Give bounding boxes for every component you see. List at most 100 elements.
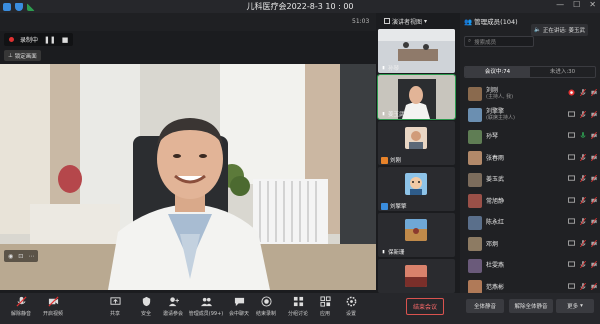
mic-muted-icon[interactable] bbox=[580, 239, 586, 247]
mic-muted-icon bbox=[15, 296, 27, 307]
apps-button[interactable]: 应用 bbox=[312, 296, 338, 321]
member-name: 刘刚 bbox=[486, 86, 499, 94]
camera-toggle-icon[interactable]: ◉ bbox=[8, 253, 13, 260]
tab-in-meeting[interactable]: 会议中:74 bbox=[465, 67, 530, 77]
member-row[interactable]: 刘擎擎 (联席主持人) bbox=[460, 105, 600, 127]
mic-on-icon[interactable] bbox=[580, 132, 586, 139]
stop-record-button[interactable]: 结束录制 bbox=[253, 296, 279, 321]
tab-not-joined[interactable]: 未进入:30 bbox=[530, 67, 595, 77]
share-icon[interactable] bbox=[568, 239, 575, 247]
pin-icon: ⊥ bbox=[8, 52, 13, 59]
camera-off-icon[interactable] bbox=[591, 196, 597, 204]
thumbnail-4[interactable]: 保新珊 bbox=[378, 213, 455, 257]
breakout-icon bbox=[293, 296, 303, 307]
mic-icon bbox=[382, 65, 385, 69]
thumbnail-5[interactable] bbox=[378, 259, 455, 293]
camera-off-icon[interactable] bbox=[591, 261, 597, 268]
camera-off-icon[interactable] bbox=[591, 153, 597, 161]
lock-screen-button[interactable]: ⊥ 锁定画面 bbox=[4, 50, 41, 61]
mic-muted-icon[interactable] bbox=[580, 196, 586, 204]
member-name-block: 刘擎擎 (联席主持人) bbox=[486, 108, 515, 122]
settings-button[interactable]: 设置 bbox=[338, 296, 364, 321]
mute-all-button[interactable]: 全体静音 bbox=[466, 299, 504, 313]
member-actions bbox=[568, 282, 597, 290]
more-button[interactable]: 更多 ▾ bbox=[556, 299, 594, 313]
member-row[interactable]: 杜雯燕 bbox=[460, 255, 600, 277]
member-actions bbox=[568, 110, 597, 118]
camera-off-icon[interactable] bbox=[591, 175, 597, 182]
member-name-block: 杜雯燕 bbox=[486, 262, 504, 269]
share-icon[interactable] bbox=[568, 261, 575, 268]
member-name: 范燕彬 bbox=[486, 283, 505, 291]
more-dots-icon[interactable]: ⋯ bbox=[28, 253, 34, 260]
mic-muted-icon[interactable] bbox=[580, 218, 586, 225]
maximize-icon[interactable]: ☐ bbox=[573, 0, 580, 9]
thumbnail-2[interactable]: 刘刚 bbox=[378, 121, 455, 165]
share-icon[interactable] bbox=[568, 196, 575, 204]
share-button[interactable]: 共享 bbox=[102, 296, 128, 321]
camera-off-icon[interactable] bbox=[591, 282, 597, 290]
window-controls: — ☐ ✕ bbox=[556, 0, 596, 9]
zoom-fit-icon[interactable]: ⊡ bbox=[18, 253, 23, 260]
start-video-button[interactable]: 开启视频 bbox=[40, 296, 66, 321]
share-icon[interactable] bbox=[568, 110, 575, 118]
member-row[interactable]: 张春雨 bbox=[460, 148, 600, 170]
camera-off-icon[interactable] bbox=[591, 89, 597, 96]
end-meeting-button[interactable]: 结束会议 bbox=[406, 298, 444, 315]
manage-members-button[interactable]: 管理成员(99+) bbox=[189, 296, 223, 321]
camera-off-icon[interactable] bbox=[591, 239, 597, 247]
share-icon[interactable] bbox=[568, 175, 575, 182]
member-row[interactable]: 常旭静 bbox=[460, 191, 600, 213]
member-name-block: 范燕彬 bbox=[486, 284, 504, 291]
member-actions bbox=[568, 196, 597, 204]
layout-view-button[interactable]: 演讲者视图 ▾ bbox=[384, 16, 427, 26]
camera-off-icon bbox=[47, 296, 59, 307]
security-button[interactable]: 安全 bbox=[133, 296, 159, 321]
invite-button[interactable]: 邀请参会 bbox=[160, 296, 186, 321]
mic-muted-icon[interactable] bbox=[580, 175, 586, 182]
chevron-down-icon: ▾ bbox=[580, 303, 583, 309]
avatar bbox=[468, 86, 482, 101]
record-dot-icon bbox=[9, 37, 14, 42]
member-row[interactable]: 陈永红 bbox=[460, 212, 600, 234]
recording-label: 录制中 bbox=[20, 37, 39, 44]
member-search-input[interactable]: ⌕ 搜索成员 bbox=[464, 36, 534, 47]
recording-on-icon[interactable] bbox=[568, 89, 575, 96]
thumbnail-0[interactable]: 孙琴 bbox=[378, 29, 455, 73]
camera-off-icon[interactable] bbox=[591, 110, 597, 118]
mic-muted-icon[interactable] bbox=[580, 153, 586, 161]
pause-recording-button[interactable]: ❚❚ bbox=[44, 36, 56, 44]
thumbnail-1[interactable]: 姜玉武 bbox=[377, 74, 456, 120]
member-row[interactable]: 邓炯 bbox=[460, 234, 600, 256]
member-row[interactable]: 刘刚 (主持人, 我) bbox=[460, 83, 600, 105]
chat-button[interactable]: 会中聊天 bbox=[226, 296, 252, 321]
share-icon[interactable] bbox=[568, 218, 575, 225]
mic-muted-icon[interactable] bbox=[580, 261, 586, 268]
main-speaker-video[interactable] bbox=[0, 64, 376, 290]
stop-recording-button[interactable]: ■ bbox=[62, 36, 69, 44]
share-icon[interactable] bbox=[568, 282, 575, 290]
member-name-block: 邓炯 bbox=[486, 241, 498, 248]
mic-muted-icon[interactable] bbox=[580, 282, 586, 290]
minimize-icon[interactable]: — bbox=[556, 0, 564, 9]
unmute-button[interactable]: 解除静音 bbox=[8, 296, 34, 321]
close-icon[interactable]: ✕ bbox=[589, 0, 596, 9]
search-placeholder: 搜索成员 bbox=[474, 39, 497, 46]
meeting-app: 儿科医疗会2022-8-3 10 : 00 — ☐ ✕ 51:03 演讲者视图 … bbox=[0, 0, 600, 324]
mic-muted-icon[interactable] bbox=[580, 89, 586, 96]
share-icon[interactable] bbox=[568, 153, 575, 161]
member-name-block: 孙琴 bbox=[486, 133, 498, 140]
thumbnail-3[interactable]: 刘擎擎 bbox=[378, 167, 455, 211]
camera-off-icon[interactable] bbox=[591, 132, 597, 139]
share-icon[interactable] bbox=[568, 132, 575, 139]
member-list: 刘刚 (主持人, 我) 刘擎擎 (联席主持人) 孙琴张春雨 姜玉武 常旭静 陈永红邓炯杜雯燕范… bbox=[460, 83, 600, 298]
member-name-block: 刘刚 (主持人, 我) bbox=[486, 87, 513, 101]
breakout-button[interactable]: 分组讨论 bbox=[285, 296, 311, 321]
camera-off-icon[interactable] bbox=[591, 218, 597, 225]
unmute-all-button[interactable]: 解除全体静音 bbox=[509, 299, 553, 313]
thumbnail-name: 刘擎擎 bbox=[390, 204, 407, 210]
members-icon bbox=[200, 297, 212, 307]
member-row[interactable]: 孙琴 bbox=[460, 126, 600, 148]
mic-muted-icon[interactable] bbox=[580, 110, 586, 118]
member-row[interactable]: 姜玉武 bbox=[460, 169, 600, 191]
